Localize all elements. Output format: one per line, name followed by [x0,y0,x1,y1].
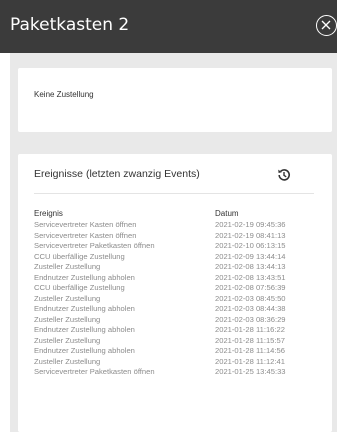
event-date: 2021-01-28 11:14:56 [215,346,285,355]
event-name: Zusteller Zustellung [34,314,101,324]
event-date: 2021-02-19 09:45:36 [215,220,286,229]
table-row: Endnutzer Zustellung abholen 2021-02-03 0… [18,304,332,315]
event-name: Endnutzer Zustellung abholen [34,304,135,313]
table-row: CCU überfällige Zustellung 2021-02-09 13:… [18,252,332,263]
table-row: Servicevertreter Kasten öffnen 2021-02-19… [18,220,332,231]
dialog-title: Paketkasten 2 [10,15,130,35]
event-date: 2021-02-08 07:56:39 [215,283,286,292]
event-date: 2021-01-28 11:16:22 [215,325,285,334]
event-name: Endnutzer Zustellung abholen [34,346,135,355]
event-date: 2021-01-25 13:45:33 [215,367,286,376]
table-row: Servicevertreter Paketkasten öffnen 2021-… [18,367,332,378]
event-name: Zusteller Zustellung [34,262,101,271]
history-icon [278,169,290,181]
event-name: Endnutzer Zustellung abholen [34,325,135,334]
table-row: Zusteller Zustellung 2021-02-08 13:44:13 [18,262,332,273]
event-name: Servicevertreter Paketkasten öffnen [34,367,155,376]
events-divider [34,193,314,194]
table-row: Endnutzer Zustellung abholen 2021-01-28 1… [18,325,332,336]
event-name: Servicevertreter Kasten öffnen [34,230,137,240]
table-row: Endnutzer Zustellung abholen 2021-02-08 1… [18,273,332,284]
table-row: Zusteller Zustellung 2021-01-28 11:12:41 [18,357,332,368]
event-date: 2021-01-28 11:15:57 [215,335,285,345]
table-row: Servicevertreter Paketkasten öffnen 2021-… [18,241,332,252]
event-name: CCU überfällige Zustellung [34,251,125,261]
delivery-status-card: Keine Zustellung [18,68,332,132]
events-table: Servicevertreter Kasten öffnen 2021-02-19… [18,220,332,378]
column-header-event: Ereignis [34,209,63,218]
events-card: Ereignisse (letzten zwanzig Events) Erei… [18,154,332,432]
event-name: Endnutzer Zustellung abholen [34,272,135,282]
column-header-date: Datum [215,209,239,218]
close-button[interactable] [316,15,337,36]
events-title: Ereignisse (letzten zwanzig Events) [34,168,200,180]
event-name: Zusteller Zustellung [34,356,101,366]
event-date: 2021-02-19 08:41:13 [215,230,286,240]
table-row: Servicevertreter Kasten öffnen 2021-02-19… [18,231,332,242]
event-date: 2021-01-28 11:12:41 [215,356,285,366]
event-date: 2021-02-08 13:43:51 [215,272,286,282]
table-row: Endnutzer Zustellung abholen 2021-01-28 1… [18,346,332,357]
dialog-header: Paketkasten 2 [0,0,337,53]
event-date: 2021-02-03 08:36:29 [215,314,286,324]
table-row: Zusteller Zustellung 2021-02-03 08:36:29 [18,315,332,326]
event-date: 2021-02-09 13:44:14 [215,251,286,261]
table-row: Zusteller Zustellung 2021-01-28 11:15:57 [18,336,332,347]
table-row: CCU überfällige Zustellung 2021-02-08 07:… [18,283,332,294]
event-name: Zusteller Zustellung [34,335,101,345]
event-name: Servicevertreter Kasten öffnen [34,220,137,229]
event-date: 2021-02-08 13:44:13 [215,262,286,271]
delivery-status-text: Keine Zustellung [34,90,94,99]
event-date: 2021-02-10 06:13:15 [215,241,286,250]
table-row: Zusteller Zustellung 2021-02-03 08:45:50 [18,294,332,305]
close-icon [321,20,331,30]
event-name: Zusteller Zustellung [34,293,101,303]
event-date: 2021-02-03 08:45:50 [215,293,286,303]
event-name: Servicevertreter Paketkasten öffnen [34,241,155,250]
event-date: 2021-02-03 08:44:38 [215,304,286,313]
event-name: CCU überfällige Zustellung [34,283,125,292]
history-button[interactable] [276,167,292,183]
